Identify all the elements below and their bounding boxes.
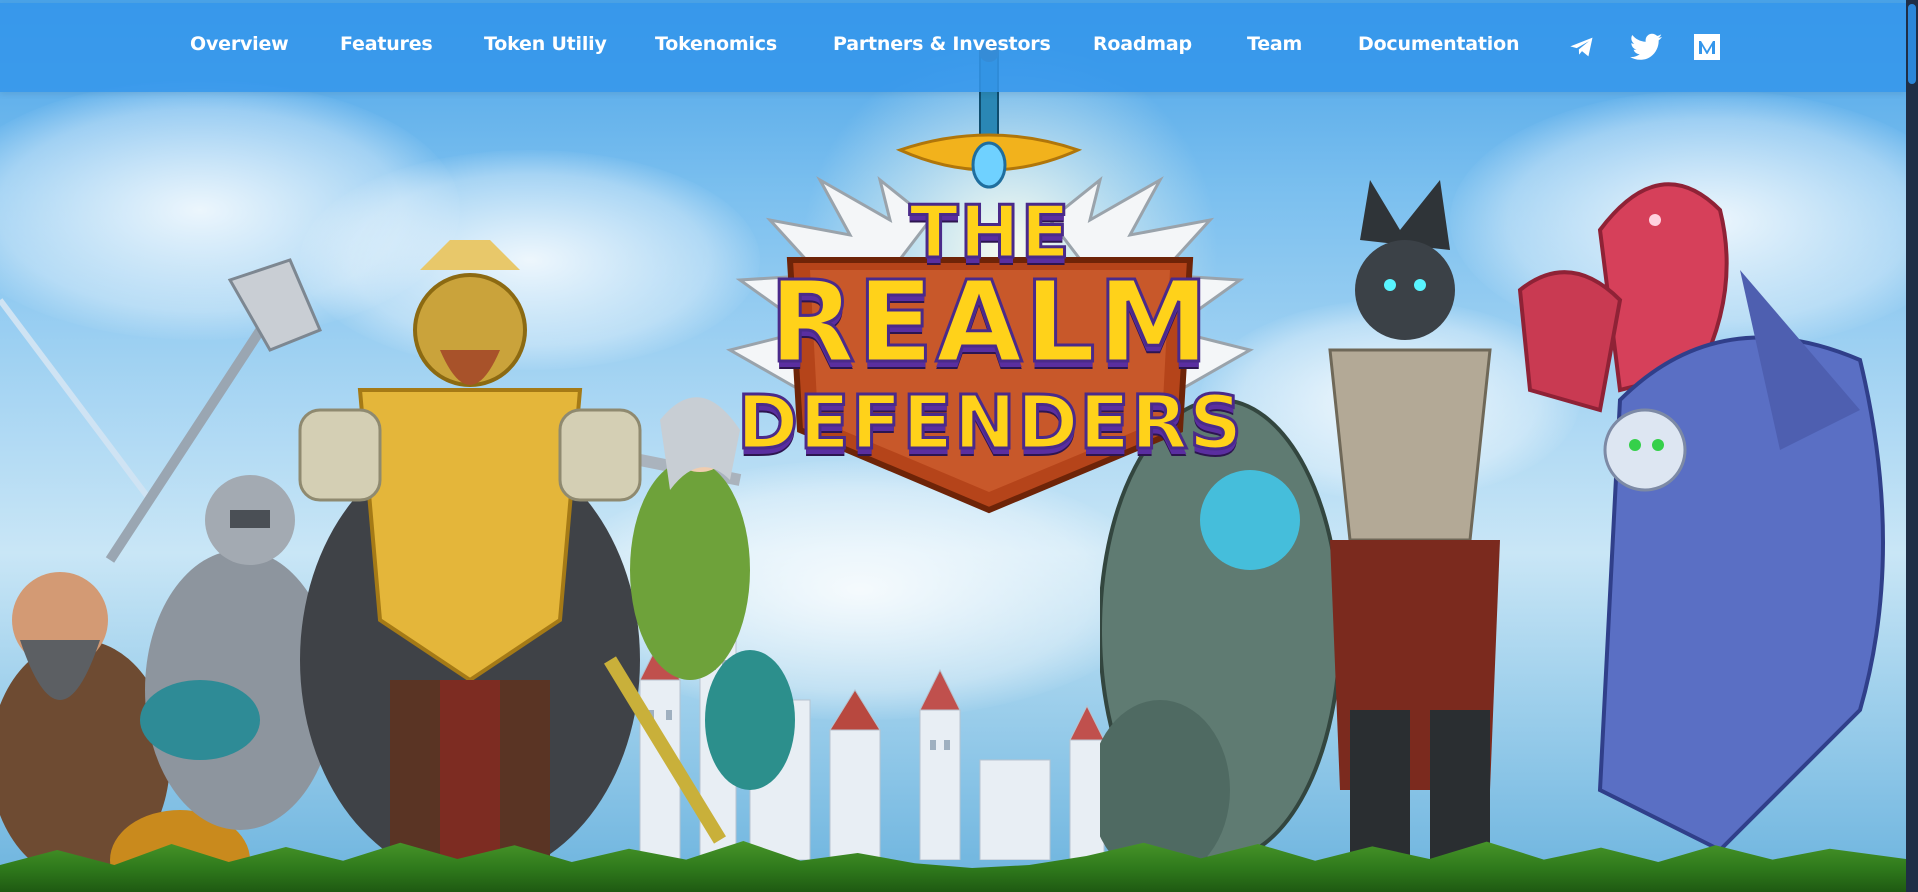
game-logo: THE REALM DEFENDERS (700, 30, 1280, 520)
medium-icon[interactable] (1694, 34, 1722, 62)
telegram-icon[interactable] (1568, 33, 1596, 61)
heroes-illustration (0, 240, 795, 892)
nav-link-token-utility[interactable]: Token Utiliy (484, 33, 607, 55)
logo-text-defenders: DEFENDERS (735, 379, 1244, 468)
scrollbar-thumb[interactable] (1908, 4, 1916, 84)
page-scrollbar[interactable] (1906, 0, 1918, 892)
logo-text-realm: REALM (767, 257, 1212, 390)
nav-link-features[interactable]: Features (340, 33, 433, 55)
main-navigation: Overview Features Token Utiliy Tokenomic… (0, 3, 1906, 92)
hero-banner: THE REALM DEFENDERS (0, 0, 1906, 892)
nav-link-team[interactable]: Team (1247, 33, 1302, 55)
nav-link-documentation[interactable]: Documentation (1358, 33, 1520, 55)
nav-link-tokenomics[interactable]: Tokenomics (655, 33, 777, 55)
nav-link-partners-investors[interactable]: Partners & Investors (833, 33, 1051, 55)
nav-link-overview[interactable]: Overview (190, 33, 289, 55)
twitter-icon[interactable] (1630, 33, 1662, 61)
nav-links: Overview Features Token Utiliy Tokenomic… (0, 3, 1906, 92)
nav-link-roadmap[interactable]: Roadmap (1093, 33, 1192, 55)
